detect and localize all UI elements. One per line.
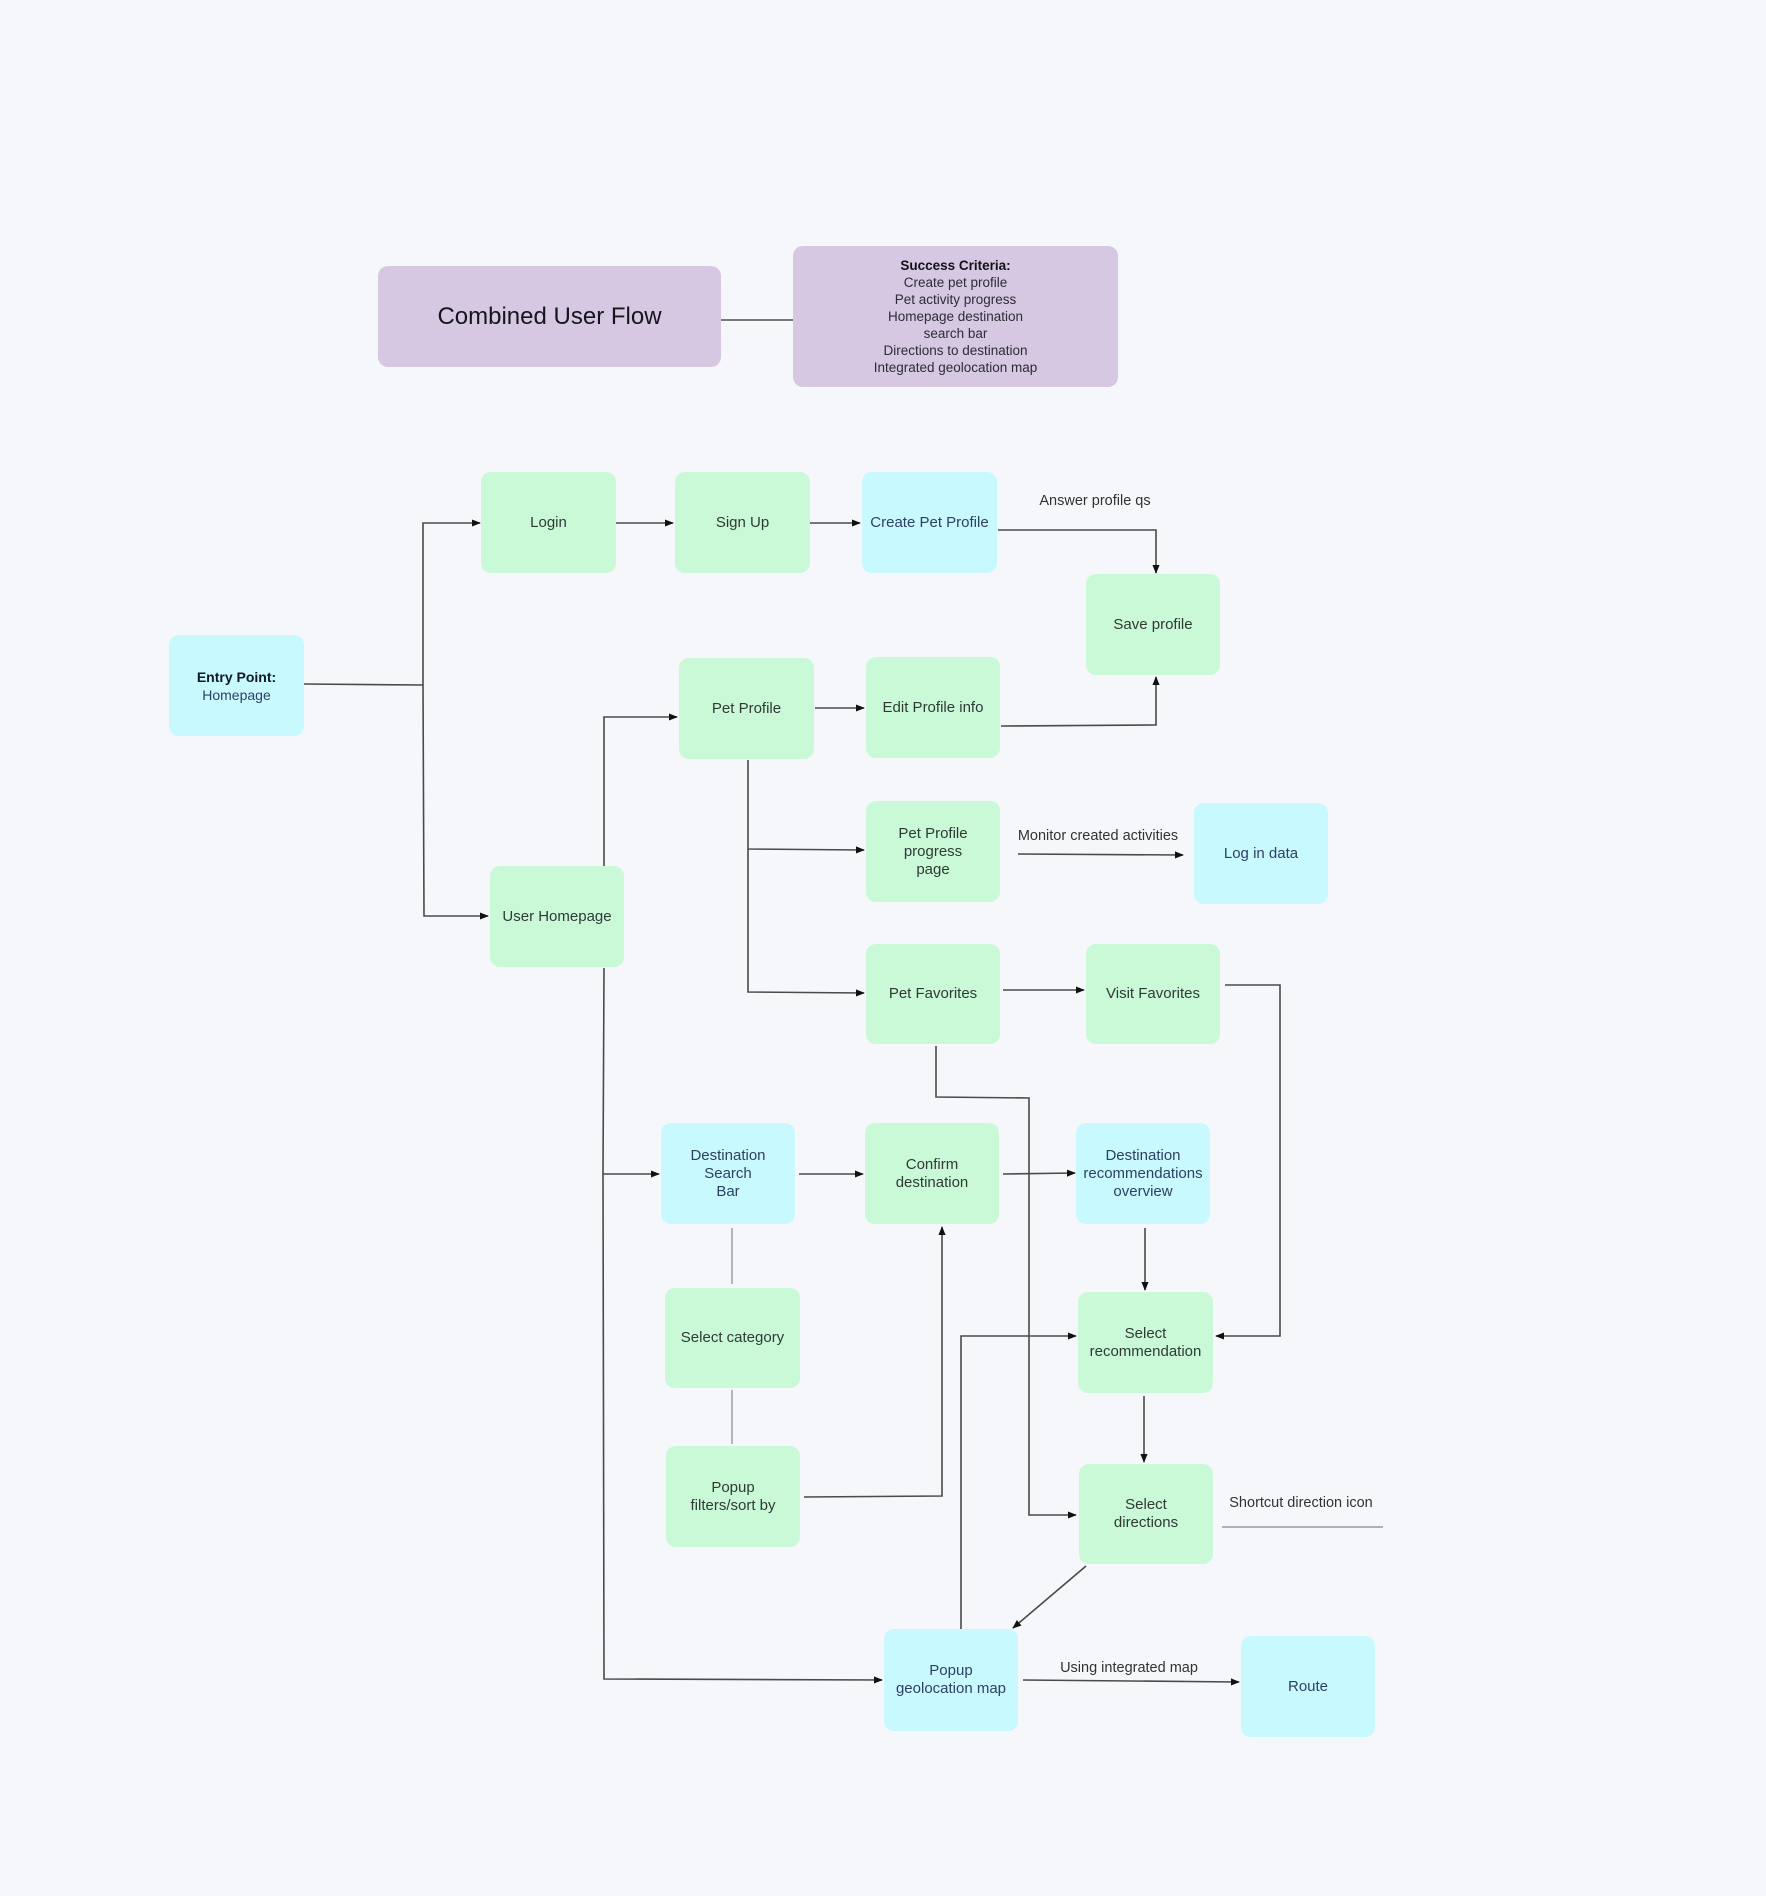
connector-directions-to-geomap [1012,1565,1087,1629]
node-label: Destination recommendations overview [1083,1146,1203,1200]
node-pet-favorites[interactable]: Pet Favorites [866,944,1000,1044]
edge-label-shortcut-direction-icon: Shortcut direction icon [1229,1495,1373,1511]
node-label: Pet Profile [711,699,782,717]
connector-user-homepage-to-geomap [602,1173,883,1684]
node-save-profile[interactable]: Save profile [1086,574,1220,675]
node-login[interactable]: Login [481,472,616,573]
node-label: Select recommendation [1089,1324,1202,1360]
node-label: Confirm destination [895,1155,969,1191]
edge-label-using-integrated-map: Using integrated map [1060,1660,1198,1676]
node-user-homepage[interactable]: User Homepage [490,866,624,967]
node-select-recommendation[interactable]: Select recommendation [1078,1292,1213,1393]
node-destination-recommendations[interactable]: Destination recommendations overview [1076,1123,1210,1224]
node-label: Edit Profile info [882,698,984,716]
connector-geomap-to-select-rec [960,1332,1077,1629]
node-destination-search-bar[interactable]: Destination Search Bar [661,1123,795,1224]
connector-entry-to-user-homepage [422,684,489,920]
connector-pet-profile-to-progress [747,760,865,854]
node-label: Select category [680,1329,785,1346]
node-label: Pet Favorites [888,985,978,1002]
flow-canvas: Combined User Flow Success Criteria: Cre… [0,0,1766,1896]
node-create-pet-profile[interactable]: Create Pet Profile [862,472,997,573]
node-select-category[interactable]: Select category [665,1288,800,1388]
node-confirm-destination[interactable]: Confirm destination [865,1123,999,1224]
node-pet-profile-progress[interactable]: Pet Profile progress page [866,801,1000,902]
connector-visit-to-select-rec [1215,984,1281,1340]
node-visit-favorites[interactable]: Visit Favorites [1086,944,1220,1044]
success-criteria-item: Create pet profile [903,275,1008,290]
node-popup-geolocation-map[interactable]: Popup geolocation map [884,1629,1018,1731]
connector-entry-trunk [303,683,424,686]
node-route[interactable]: Route [1241,1636,1375,1737]
node-pet-profile[interactable]: Pet Profile [679,658,814,759]
connector-confirm-to-recommendations [1002,1169,1076,1177]
node-label: Pet Profile progress page [898,824,968,878]
diagram-title-text: Combined User Flow [437,302,662,330]
connector-progress-to-log-data [1017,851,1184,859]
connector-favorites-to-select-directions [935,1046,1077,1519]
diagram-title: Combined User Flow [378,266,721,367]
node-label: Create Pet Profile [870,513,989,531]
connector-user-homepage-to-pet-profile [603,713,678,866]
node-popup-filters[interactable]: Popup filters/sort by [666,1446,800,1547]
success-criteria-item: Pet activity progress [894,292,1017,307]
node-edit-profile-info[interactable]: Edit Profile info [866,657,1000,758]
node-label: Sign Up [715,513,770,531]
connector-filters-to-confirm [803,1226,946,1498]
node-label: Popup filters/sort by [690,1478,776,1514]
success-criteria-item: Integrated geolocation map [873,360,1038,375]
node-entry-point[interactable]: Entry Point: Homepage [169,635,304,736]
node-label: Select directions [1113,1496,1179,1531]
success-criteria-heading: Success Criteria: [900,258,1011,273]
node-label: User Homepage [502,907,612,925]
connector-user-homepage-to-search [602,967,660,1178]
connector-edit-to-save [1000,676,1160,727]
node-label: Popup geolocation map [895,1662,1007,1697]
node-label: Destination Search Bar [690,1146,766,1200]
node-label: Route [1287,1677,1329,1695]
node-label: Save profile [1113,615,1193,633]
success-criteria-box: Success Criteria: Create pet profile Pet… [793,246,1118,387]
connector-pet-profile-to-favorites [747,849,865,997]
connector-geomap-to-route [1022,1678,1240,1686]
edge-label-monitor-activities: Monitor created activities [1017,828,1179,844]
connector-create-pet-to-save [998,529,1160,574]
connector-entry-to-login [422,519,481,685]
node-sign-up[interactable]: Sign Up [675,472,810,573]
node-select-directions[interactable]: Select directions [1079,1464,1213,1564]
node-label: Login [530,513,567,531]
entry-point-sub: Homepage [202,686,271,703]
success-criteria-item: Homepage destination [887,309,1024,324]
success-criteria-item: search bar [923,326,988,341]
node-label: Log in data [1223,844,1299,862]
edge-label-answer-profile-qs: Answer profile qs [1039,493,1151,509]
success-criteria-item: Directions to destination [883,343,1028,358]
node-log-in-data[interactable]: Log in data [1194,803,1328,904]
entry-point-heading: Entry Point: [196,668,277,685]
node-label: Visit Favorites [1106,985,1200,1002]
